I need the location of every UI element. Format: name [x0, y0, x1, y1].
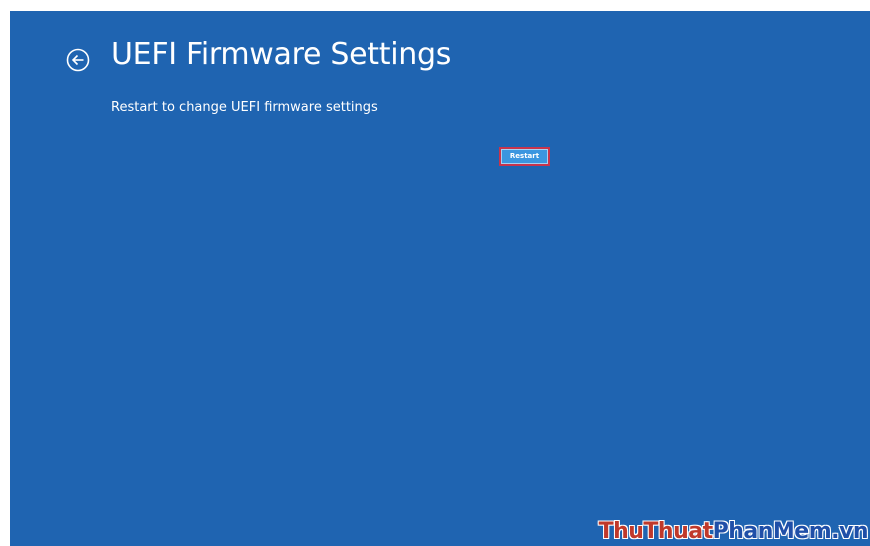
watermark: ThuThuatPhanMem.vn — [598, 519, 869, 544]
uefi-settings-screen: UEFI Firmware Settings Restart to change… — [10, 11, 870, 546]
restart-button[interactable]: Restart — [499, 147, 550, 166]
watermark-part-3: .vn — [831, 519, 868, 544]
watermark-part-2: PhanMem — [712, 519, 832, 544]
page-title: UEFI Firmware Settings — [111, 37, 452, 72]
restart-button-label: Restart — [501, 149, 548, 164]
back-button[interactable] — [65, 47, 91, 73]
watermark-part-1: ThuThuat — [598, 519, 714, 544]
arrow-left-circle-icon — [66, 48, 90, 72]
page-description: Restart to change UEFI firmware settings — [111, 100, 378, 115]
